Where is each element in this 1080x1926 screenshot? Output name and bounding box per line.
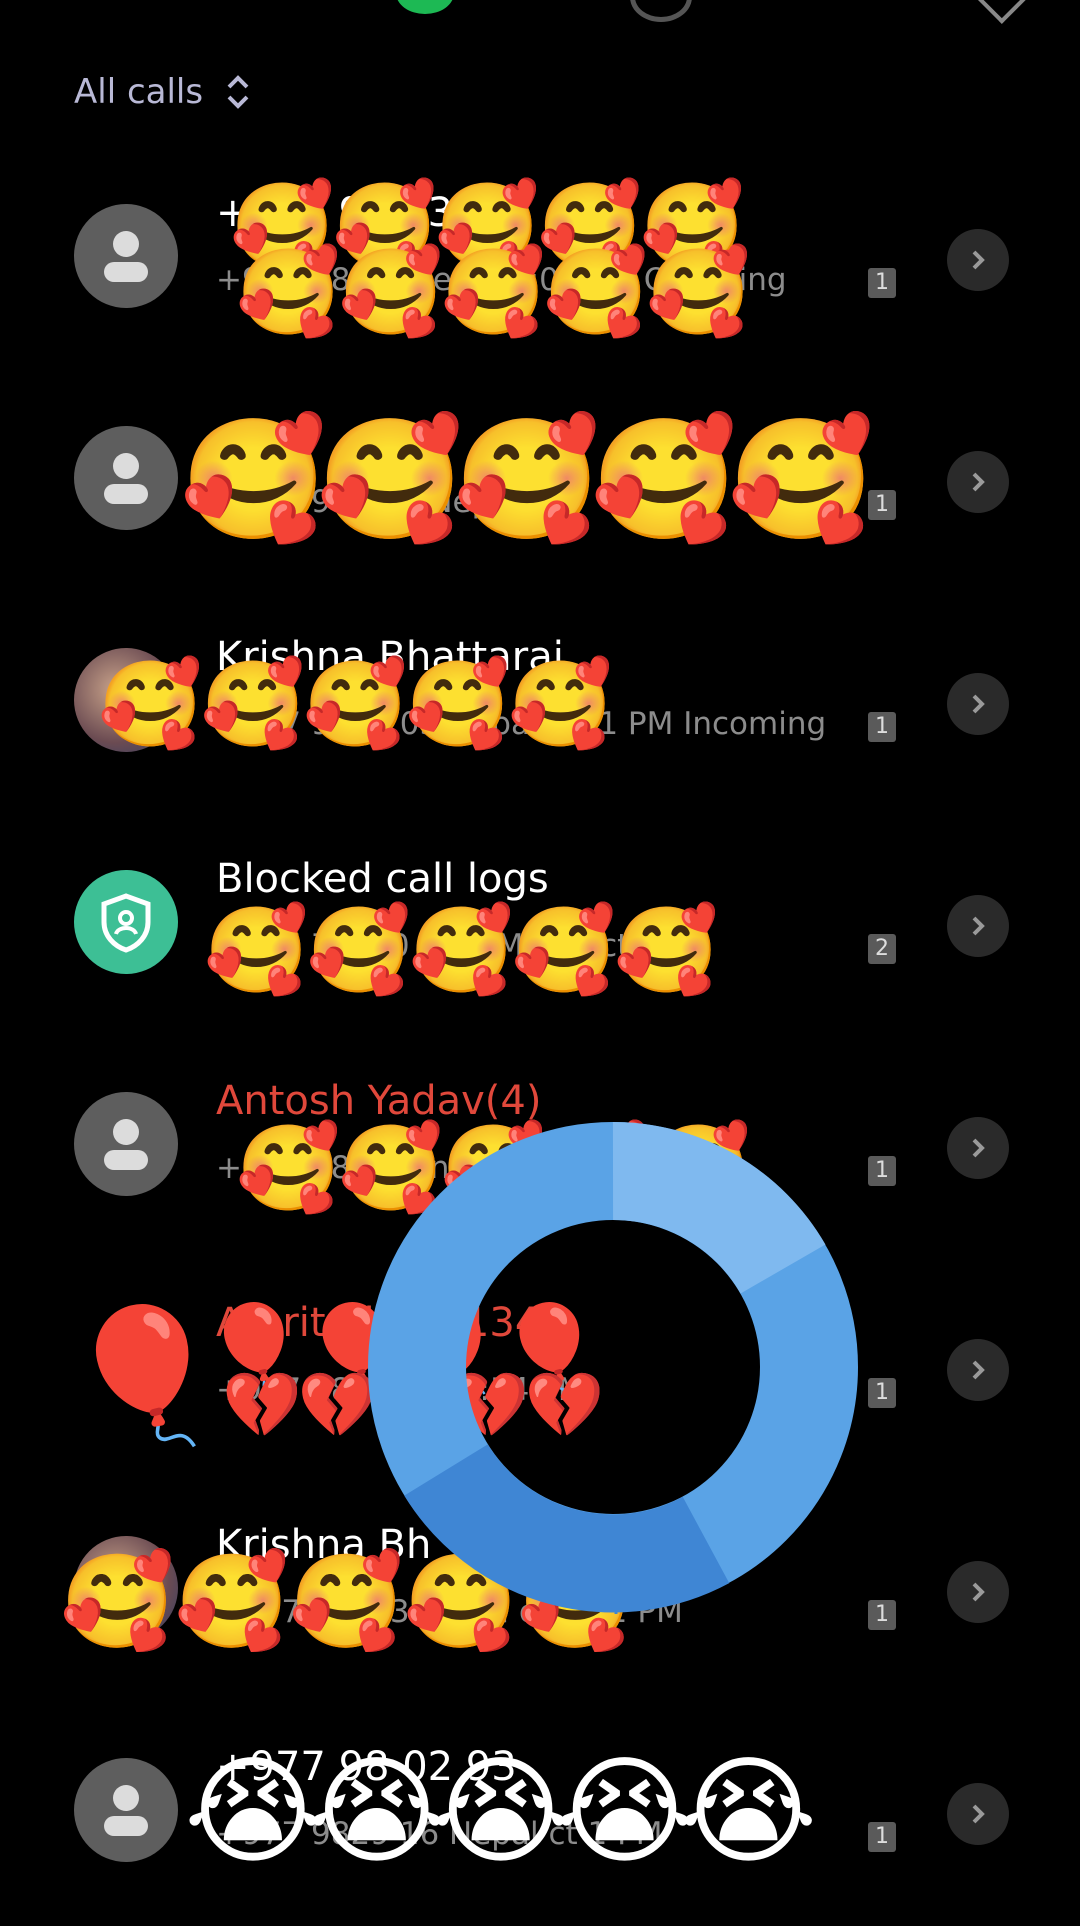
chevron-right-icon <box>972 1138 985 1158</box>
chevron-right-icon <box>972 694 985 714</box>
floating-ring-overlay[interactable] <box>366 1120 860 1614</box>
call-details: +977 98 400 Nepal PM <box>216 484 575 520</box>
caller-name: +977 98 02 93 <box>216 1744 517 1790</box>
call-details: +977 9829 16 Nepal ct 1 PM <box>216 1816 663 1852</box>
call-count-badge: 1 <box>868 1822 896 1852</box>
contact-photo-avatar <box>74 648 178 752</box>
caller-name: a <box>216 412 241 458</box>
call-log-item[interactable]: Krishna Bhattarai +977 9829 03 Nepal 4:01… <box>0 594 1080 816</box>
details-chevron-button[interactable] <box>947 1561 1009 1623</box>
caller-name: +977 98 23 <box>216 190 454 236</box>
chevron-right-icon <box>972 250 985 270</box>
call-details: +977 79 7 0 a 0 PM Rejected <box>216 928 669 964</box>
status-ring-icon <box>630 0 692 22</box>
details-chevron-button[interactable] <box>947 229 1009 291</box>
call-details: +977 9829 03 Nepal 4:01 PM Incoming <box>216 706 827 742</box>
call-log-item[interactable]: +977 98 02 93 +977 9829 16 Nepal ct 1 PM 1 <box>0 1704 1080 1926</box>
details-chevron-button[interactable] <box>947 451 1009 513</box>
ring-highlight <box>611 1121 826 1295</box>
chevron-right-icon <box>972 1804 985 1824</box>
status-dot-green-icon <box>396 0 454 14</box>
details-chevron-button[interactable] <box>947 895 1009 957</box>
chevron-right-icon <box>972 472 985 492</box>
call-details: +977 98 38 Nepal 4:04 PM Outgoing <box>216 262 787 298</box>
sort-chevrons-icon <box>227 75 249 109</box>
person-avatar-icon <box>74 1092 178 1196</box>
call-log-item[interactable]: +977 98 23 +977 98 38 Nepal 4:04 PM Outgo… <box>0 150 1080 372</box>
call-count-badge: 1 <box>868 268 896 298</box>
details-chevron-button[interactable] <box>947 673 1009 735</box>
balloon-avatar <box>74 1314 178 1418</box>
person-avatar-icon <box>74 426 178 530</box>
caller-name: Blocked call logs <box>216 856 549 902</box>
call-count-badge: 1 <box>868 1378 896 1408</box>
call-count-badge: 1 <box>868 712 896 742</box>
chevron-right-icon <box>972 1582 985 1602</box>
call-log-item[interactable]: a +977 98 400 Nepal PM 1 <box>0 372 1080 594</box>
person-avatar-icon <box>74 204 178 308</box>
person-avatar-icon <box>74 1758 178 1862</box>
contact-photo-avatar <box>74 1536 178 1640</box>
call-log-item[interactable]: Blocked call logs +977 79 7 0 a 0 PM Reje… <box>0 816 1080 1038</box>
details-chevron-button[interactable] <box>947 1339 1009 1401</box>
caller-name: Krishna Bhattarai <box>216 634 564 680</box>
details-chevron-button[interactable] <box>947 1117 1009 1179</box>
call-filter-dropdown[interactable]: All calls <box>74 72 251 112</box>
status-shield-icon <box>972 0 1026 24</box>
call-count-badge: 1 <box>868 1156 896 1186</box>
call-filter-label: All calls <box>74 72 204 112</box>
blocked-shield-icon <box>74 870 178 974</box>
chevron-right-icon <box>972 916 985 936</box>
call-count-badge: 1 <box>868 1600 896 1630</box>
caller-name: Antosh Yadav(4) <box>216 1078 542 1124</box>
details-chevron-button[interactable] <box>947 1783 1009 1845</box>
ring-shadow <box>404 1443 730 1613</box>
call-count-badge: 1 <box>868 490 896 520</box>
call-count-badge: 2 <box>868 934 896 964</box>
chevron-right-icon <box>972 1360 985 1380</box>
